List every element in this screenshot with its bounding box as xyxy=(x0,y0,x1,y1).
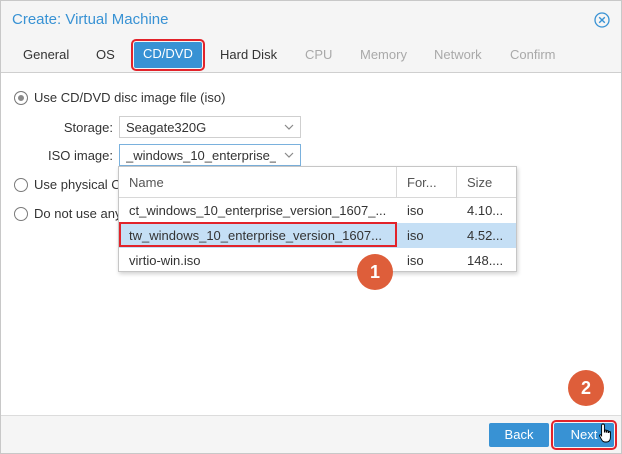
tab-os[interactable]: OS xyxy=(96,47,115,62)
chevron-down-icon xyxy=(284,152,294,158)
physical-option-label[interactable]: Use physical C xyxy=(34,177,121,192)
physical-option-radio[interactable] xyxy=(14,178,28,192)
close-icon[interactable] xyxy=(594,12,610,28)
dialog-footer: Back Next xyxy=(1,415,621,453)
selection-highlight xyxy=(119,222,397,247)
iso-image-label: ISO image: xyxy=(47,148,113,163)
tab-memory: Memory xyxy=(360,47,407,62)
tab-cpu: CPU xyxy=(305,47,333,62)
iso-name: virtio-win.iso xyxy=(129,253,201,268)
iso-size: 4.52... xyxy=(467,228,504,243)
iso-option-label[interactable]: Use CD/DVD disc image file (iso) xyxy=(34,90,225,105)
none-option-radio[interactable] xyxy=(14,207,28,221)
step-badge-1: 1 xyxy=(357,254,393,290)
storage-value: Seagate320G xyxy=(126,120,207,135)
hand-cursor-icon xyxy=(599,423,611,443)
column-header-size[interactable]: Size xyxy=(457,167,516,198)
iso-format: iso xyxy=(407,203,424,218)
iso-image-select[interactable]: _windows_10_enterprise_ xyxy=(119,144,301,166)
tab-cd-dvd[interactable]: CD/DVD xyxy=(131,39,205,71)
storage-select[interactable]: Seagate320G xyxy=(119,116,301,138)
tab-general[interactable]: General xyxy=(23,47,69,62)
column-header-name[interactable]: Name xyxy=(119,167,397,198)
storage-label: Storage: xyxy=(63,120,113,135)
tab-hard-disk[interactable]: Hard Disk xyxy=(220,47,277,62)
column-header-format[interactable]: For... xyxy=(397,167,457,198)
back-button[interactable]: Back xyxy=(489,423,549,447)
chevron-down-icon xyxy=(284,124,294,130)
iso-size: 4.10... xyxy=(467,203,504,218)
iso-image-value: _windows_10_enterprise_ xyxy=(126,148,276,163)
dropdown-header: Name For... Size xyxy=(119,167,516,198)
iso-size: 148.... xyxy=(467,253,504,268)
iso-format: iso xyxy=(407,228,424,243)
wizard-tabs: General OS CD/DVD Hard Disk CPU Memory N… xyxy=(1,37,621,73)
iso-name: ct_windows_10_enterprise_version_1607_..… xyxy=(129,203,387,218)
none-option-label[interactable]: Do not use any xyxy=(34,206,121,221)
iso-option-radio[interactable] xyxy=(14,91,28,105)
iso-image-dropdown: Name For... Size ct_windows_10_enterpris… xyxy=(118,166,517,272)
step-badge-2: 2 xyxy=(568,370,604,406)
dialog-title: Create: Virtual Machine xyxy=(12,11,169,28)
dialog-titlebar: Create: Virtual Machine xyxy=(1,1,621,37)
tab-network: Network xyxy=(434,47,482,62)
list-item[interactable]: virtio-win.iso iso 148.... xyxy=(119,248,516,273)
tab-confirm: Confirm xyxy=(510,47,556,62)
iso-format: iso xyxy=(407,253,424,268)
list-item[interactable]: ct_windows_10_enterprise_version_1607_..… xyxy=(119,198,516,223)
